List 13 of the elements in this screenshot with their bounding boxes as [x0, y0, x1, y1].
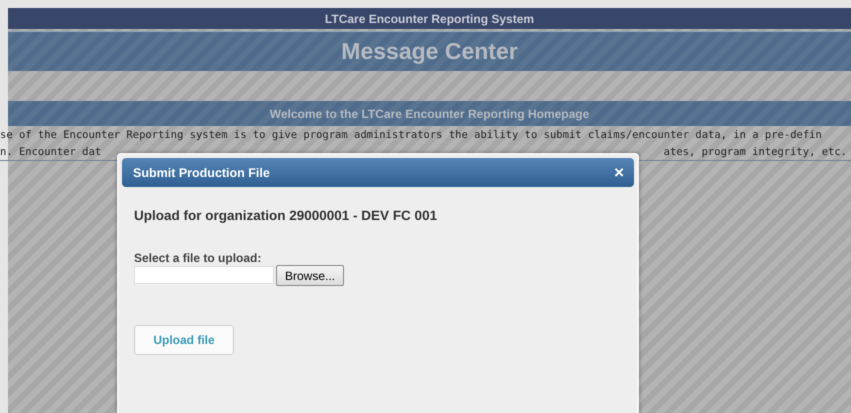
file-label: Select a file to upload: — [134, 251, 262, 265]
intro-text: n. Encounter dat — [0, 145, 102, 160]
file-field[interactable] — [134, 266, 274, 284]
intro-text: se of the Encounter Reporting system is to give program administrators the ability to submit claims/encounter data, in a pre-defin — [0, 129, 822, 141]
upload-button[interactable]: Upload file — [134, 325, 234, 355]
intro-text: ates, program integrity, etc. — [664, 145, 847, 160]
browse-button[interactable]: Browse... — [276, 265, 344, 286]
page-title: Message Center — [8, 31, 851, 71]
dialog-title: Submit Production File — [133, 166, 270, 180]
welcome-title: Welcome to the LTCare Encounter Reporting Homepage — [8, 101, 851, 126]
system-title: LTCare Encounter Reporting System — [8, 8, 851, 29]
organization-heading: Upload for organization 29000001 - DEV FC 001 — [134, 208, 438, 223]
close-button[interactable]: × — [614, 164, 624, 181]
